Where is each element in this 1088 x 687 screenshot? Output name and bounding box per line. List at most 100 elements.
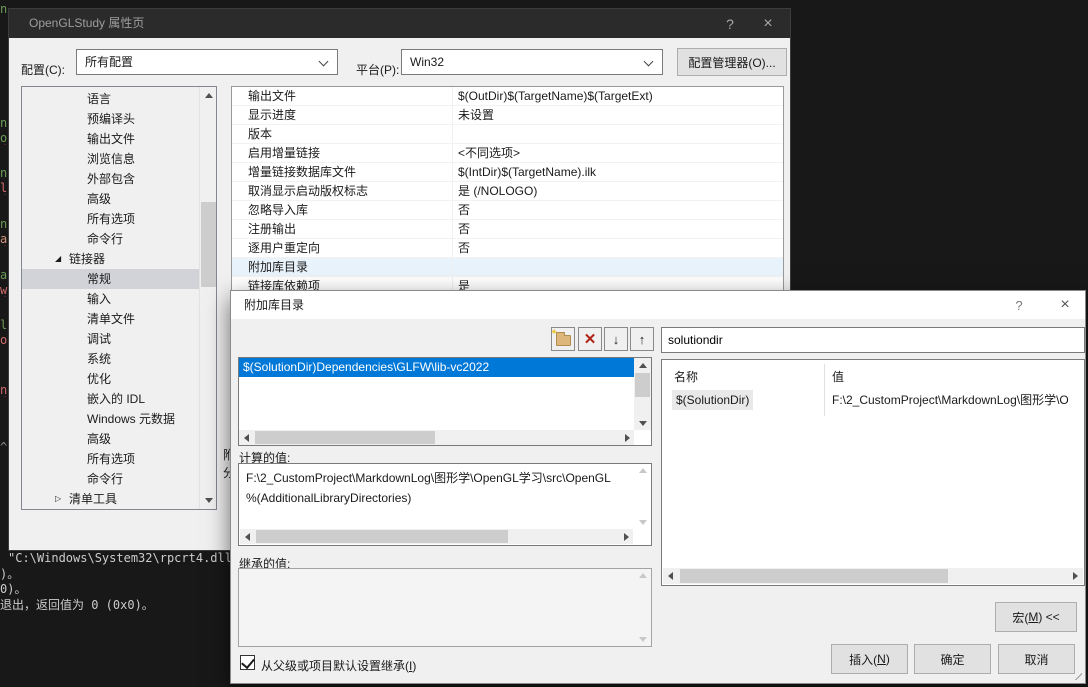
configuration-manager-button[interactable]: 配置管理器(O)...: [677, 48, 787, 76]
delete-line-button[interactable]: ✕: [578, 327, 602, 351]
tree-item-label: 系统: [87, 352, 111, 366]
tree-item-label: 语言: [87, 92, 111, 106]
scroll-down-button[interactable]: [201, 493, 216, 508]
macros-toggle-button[interactable]: 宏(M) <<: [995, 602, 1077, 632]
scroll-right-button[interactable]: [619, 529, 633, 544]
move-down-button[interactable]: ↓: [604, 327, 628, 351]
macro-filter-input[interactable]: [661, 327, 1085, 353]
help-button[interactable]: ?: [1007, 291, 1031, 319]
column-divider: [452, 144, 453, 162]
tree-item[interactable]: ◢ 链接器: [22, 249, 199, 269]
settings-tree-panel: 语言 预编译头 输出文件 浏览信息 外部包含: [21, 86, 217, 510]
property-row[interactable]: 附加库目录: [232, 258, 783, 277]
property-name: 忽略导入库: [248, 201, 308, 220]
macro-row[interactable]: $(SolutionDir) F:\2_CustomProject\Markdo…: [662, 390, 1084, 410]
tree-item[interactable]: 外部包含: [22, 169, 199, 189]
evaluated-horizontal-scrollbar[interactable]: [240, 529, 633, 544]
cancel-button[interactable]: 取消: [998, 644, 1075, 674]
configuration-select[interactable]: 所有配置: [76, 49, 338, 75]
tree-item[interactable]: 命令行: [22, 229, 199, 249]
tree-item[interactable]: 浏览信息: [22, 149, 199, 169]
ok-button[interactable]: 确定: [914, 644, 991, 674]
tree-item[interactable]: Windows 元数据: [22, 409, 199, 429]
scrollbar-thumb[interactable]: [255, 431, 435, 444]
property-value[interactable]: 否: [458, 220, 470, 239]
tree-item-label: 嵌入的 IDL: [87, 392, 145, 406]
tree-item[interactable]: 命令行: [22, 469, 199, 489]
close-button[interactable]: ×: [1051, 291, 1079, 319]
property-row[interactable]: 版本: [232, 125, 783, 144]
inherit-from-parent-checkbox[interactable]: [240, 655, 255, 670]
tree-item[interactable]: 优化: [22, 369, 199, 389]
property-row[interactable]: 增量链接数据库文件 $(IntDir)$(TargetName).ilk: [232, 163, 783, 182]
property-value[interactable]: 否: [458, 239, 470, 258]
scroll-up-button[interactable]: [639, 573, 647, 578]
tree-scrollbar[interactable]: [199, 87, 216, 509]
tree-item[interactable]: 预编译头: [22, 109, 199, 129]
property-row[interactable]: 启用增量链接 <不同选项>: [232, 144, 783, 163]
tree-item[interactable]: 输入: [22, 289, 199, 309]
scrollbar-thumb[interactable]: [680, 569, 948, 583]
property-row[interactable]: 输出文件 $(OutDir)$(TargetName)$(TargetExt): [232, 87, 783, 106]
table-horizontal-scrollbar[interactable]: [663, 568, 1083, 584]
scroll-up-button[interactable]: [201, 88, 216, 103]
help-button[interactable]: ?: [714, 9, 746, 38]
new-line-button[interactable]: *: [551, 327, 575, 351]
tree-item[interactable]: 常规: [22, 269, 199, 289]
tree-item[interactable]: 系统: [22, 349, 199, 369]
property-row[interactable]: 取消显示启动版权标志 是 (/NOLOGO): [232, 182, 783, 201]
property-value[interactable]: 否: [458, 201, 470, 220]
scroll-right-button[interactable]: [1068, 568, 1083, 584]
tree-item[interactable]: 语言: [22, 89, 199, 109]
tree-item[interactable]: 高级: [22, 429, 199, 449]
tree-item[interactable]: 所有选项: [22, 449, 199, 469]
move-up-button[interactable]: ↑: [630, 327, 654, 351]
scroll-up-button[interactable]: [639, 468, 647, 473]
tree-item[interactable]: 清单文件: [22, 309, 199, 329]
scroll-left-button[interactable]: [663, 568, 678, 584]
property-name: 增量链接数据库文件: [248, 163, 356, 182]
child-titlebar[interactable]: 附加库目录 ? ×: [231, 291, 1085, 319]
close-button[interactable]: ×: [752, 9, 784, 38]
scroll-down-button[interactable]: [639, 520, 647, 525]
tree-item[interactable]: 调试: [22, 329, 199, 349]
name-column-header[interactable]: 名称: [674, 368, 698, 385]
scrollbar-thumb[interactable]: [635, 373, 650, 397]
child-dialog-title: 附加库目录: [244, 291, 304, 319]
value-column-header[interactable]: 值: [832, 368, 844, 385]
property-value[interactable]: $(IntDir)$(TargetName).ilk: [458, 163, 596, 182]
scroll-down-button[interactable]: [639, 637, 647, 642]
property-value[interactable]: 未设置: [458, 106, 494, 125]
property-row[interactable]: 忽略导入库 否: [232, 201, 783, 220]
platform-select[interactable]: Win32: [401, 49, 663, 75]
tree-item[interactable]: ▷ 清单工具: [22, 489, 199, 509]
property-name: 注册输出: [248, 220, 296, 239]
tree-expander-icon[interactable]: ◢: [55, 249, 69, 269]
tree-item[interactable]: 嵌入的 IDL: [22, 389, 199, 409]
property-name: 附加库目录: [248, 258, 308, 277]
scroll-up-button[interactable]: [635, 358, 650, 372]
scroll-down-button[interactable]: [635, 416, 650, 430]
scroll-left-button[interactable]: [239, 430, 253, 445]
property-value[interactable]: $(OutDir)$(TargetName)$(TargetExt): [458, 87, 653, 106]
macro-name[interactable]: $(SolutionDir): [672, 390, 753, 410]
list-horizontal-scrollbar[interactable]: [239, 430, 634, 445]
property-row[interactable]: 逐用户重定向 否: [232, 239, 783, 258]
tree-item[interactable]: 输出文件: [22, 129, 199, 149]
tree-expander-icon[interactable]: ▷: [55, 489, 69, 509]
list-vertical-scrollbar[interactable]: [634, 358, 651, 430]
scroll-right-button[interactable]: [620, 430, 634, 445]
screen: nneonntlfndarapwallolna^ "C:\Windows\Sys…: [0, 0, 1088, 687]
scrollbar-thumb[interactable]: [201, 202, 216, 287]
property-row[interactable]: 显示进度 未设置: [232, 106, 783, 125]
property-value[interactable]: <不同选项>: [458, 144, 520, 163]
property-value[interactable]: 是 (/NOLOGO): [458, 182, 537, 201]
scrollbar-thumb[interactable]: [256, 530, 508, 543]
insert-button[interactable]: 插入(N): [831, 644, 908, 674]
parent-titlebar[interactable]: OpenGLStudy 属性页 ? ×: [9, 9, 790, 38]
property-row[interactable]: 注册输出 否: [232, 220, 783, 239]
tree-item[interactable]: 高级: [22, 189, 199, 209]
tree-item[interactable]: 所有选项: [22, 209, 199, 229]
scroll-left-button[interactable]: [240, 529, 254, 544]
directory-list-item[interactable]: $(SolutionDir)Dependencies\GLFW\lib-vc20…: [239, 358, 634, 377]
